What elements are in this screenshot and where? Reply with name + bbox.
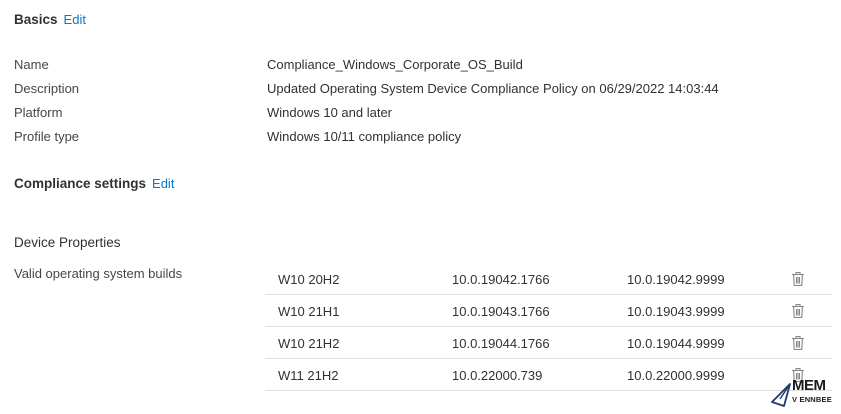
- watermark-logo: MEM V ENNBEE: [770, 378, 836, 410]
- build-name: W10 21H2: [278, 336, 340, 351]
- build-min-version: 10.0.19042.1766: [452, 272, 550, 287]
- trash-icon[interactable]: [791, 335, 805, 351]
- build-min-version: 10.0.19044.1766: [452, 336, 550, 351]
- basics-header: Basics Edit: [14, 12, 86, 27]
- watermark-title: MEM: [792, 377, 826, 394]
- description-value: Updated Operating System Device Complian…: [267, 81, 719, 96]
- device-properties-title: Device Properties: [14, 235, 121, 250]
- table-row: W10 21H1 10.0.19043.1766 10.0.19043.9999: [265, 295, 832, 327]
- build-max-version: 10.0.22000.9999: [627, 368, 725, 383]
- valid-os-builds-label: Valid operating system builds: [14, 266, 183, 281]
- table-row: W10 21H2 10.0.19044.1766 10.0.19044.9999: [265, 327, 832, 359]
- name-value: Compliance_Windows_Corporate_OS_Build: [267, 57, 523, 72]
- basics-title: Basics: [14, 12, 58, 27]
- build-name: W10 20H2: [278, 272, 340, 287]
- build-min-version: 10.0.19043.1766: [452, 304, 550, 319]
- platform-value: Windows 10 and later: [267, 105, 393, 120]
- watermark-subtitle: V ENNBEE: [792, 395, 832, 404]
- profile-type-label: Profile type: [14, 129, 80, 144]
- build-max-version: 10.0.19043.9999: [627, 304, 725, 319]
- build-name: W10 21H1: [278, 304, 340, 319]
- build-name: W11 21H2: [278, 368, 339, 383]
- paper-plane-icon: [771, 383, 791, 407]
- table-row: W10 20H2 10.0.19042.1766 10.0.19042.9999: [265, 263, 832, 295]
- trash-icon[interactable]: [791, 271, 805, 287]
- build-max-version: 10.0.19044.9999: [627, 336, 725, 351]
- os-builds-table: W10 20H2 10.0.19042.1766 10.0.19042.9999…: [265, 263, 832, 391]
- build-max-version: 10.0.19042.9999: [627, 272, 725, 287]
- compliance-settings-title: Compliance settings: [14, 176, 147, 191]
- name-label: Name: [14, 57, 49, 72]
- compliance-settings-header: Compliance settings Edit: [14, 176, 174, 191]
- table-row: W11 21H2 10.0.22000.739 10.0.22000.9999: [265, 359, 832, 391]
- platform-label: Platform: [14, 105, 63, 120]
- build-min-version: 10.0.22000.739: [452, 368, 543, 383]
- profile-type-value: Windows 10/11 compliance policy: [267, 129, 462, 144]
- compliance-settings-edit-link[interactable]: Edit: [152, 176, 174, 191]
- description-label: Description: [14, 81, 80, 96]
- trash-icon[interactable]: [791, 303, 805, 319]
- basics-edit-link[interactable]: Edit: [64, 12, 86, 27]
